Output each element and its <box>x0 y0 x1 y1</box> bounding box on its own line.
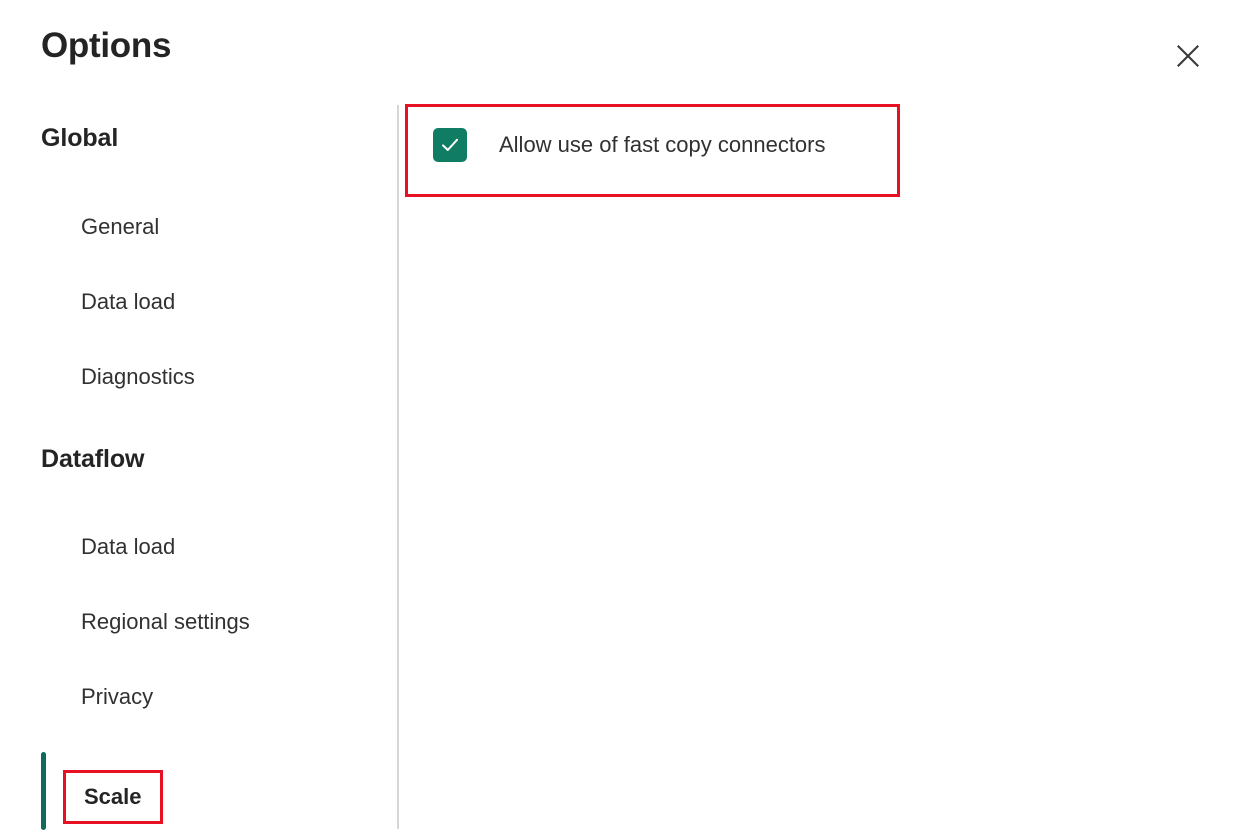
nav-selection-indicator <box>41 752 46 830</box>
sidebar-item-label: Diagnostics <box>81 362 195 392</box>
sidebar-item-privacy[interactable]: Privacy <box>63 675 171 719</box>
sidebar-item-label: Regional settings <box>81 607 250 637</box>
sidebar-item-data-load[interactable]: Data load <box>63 525 193 569</box>
options-sidebar: Global General Data load Diagnostics Dataflo… <box>0 100 397 829</box>
checkmark-icon <box>439 134 461 156</box>
allow-fast-copy-connectors-checkbox[interactable]: Allow use of fast copy connectors <box>433 128 826 162</box>
options-dialog: Options Global General Data load Diagnostic… <box>0 0 1240 829</box>
sidebar-item-regional-settings[interactable]: Regional settings <box>63 600 268 644</box>
page-title: Options <box>41 24 171 68</box>
sidebar-item-label: Privacy <box>81 682 153 712</box>
close-button[interactable] <box>1168 36 1208 76</box>
sidebar-item-diagnostics[interactable]: Diagnostics <box>63 355 213 399</box>
sidebar-item-label: Scale <box>84 782 142 812</box>
sidebar-item-label: Data load <box>81 532 175 562</box>
checkbox-label: Allow use of fast copy connectors <box>499 130 826 160</box>
sidebar-item-scale[interactable]: Scale <box>63 770 163 824</box>
nav-group-title-dataflow: Dataflow <box>41 443 144 475</box>
sidebar-item-label: Data load <box>81 287 175 317</box>
close-icon <box>1175 43 1201 69</box>
checkbox-box[interactable] <box>433 128 467 162</box>
options-content-pane: Allow use of fast copy connectors <box>398 100 1240 829</box>
sidebar-item-general[interactable]: General <box>63 205 177 249</box>
sidebar-item-data-load[interactable]: Data load <box>63 280 193 324</box>
sidebar-item-label: General <box>81 212 159 242</box>
nav-group-title-global: Global <box>41 122 118 154</box>
